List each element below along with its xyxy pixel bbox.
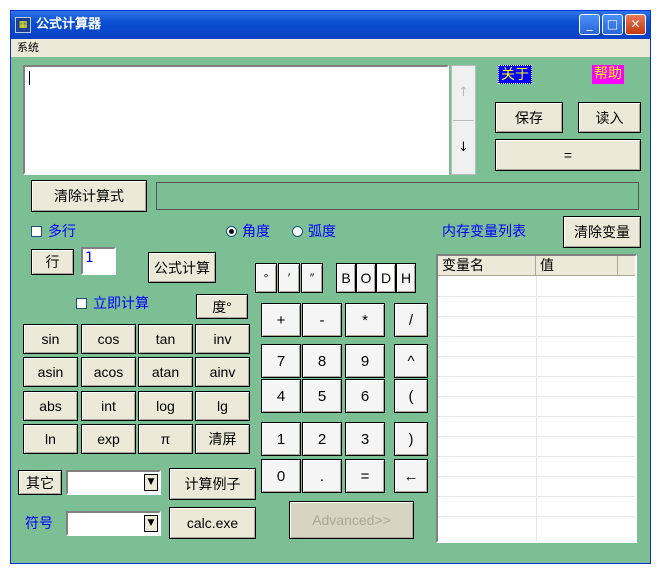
keypad-button[interactable]: 3 [345,422,385,456]
keypad-button[interactable]: ( [394,379,428,413]
equals-button[interactable]: = [495,139,641,171]
function-button[interactable]: tan [138,324,193,354]
text-cursor [29,71,30,85]
dropdown-arrow-icon[interactable]: ▼ [144,515,158,532]
keypad-button[interactable]: 6 [345,379,385,413]
scroll-up-button[interactable]: ↑ [453,67,474,119]
function-button[interactable]: lg [195,391,250,421]
function-button[interactable]: int [81,391,136,421]
calc-exe-button[interactable]: calc.exe [169,507,256,539]
function-button[interactable]: inv [195,324,250,354]
radian-label: 弧度 [308,224,336,240]
other-button[interactable]: 其它 [18,470,62,495]
keypad-button[interactable]: ← [394,459,428,493]
keypad-button[interactable]: 8 [302,344,342,378]
minimize-button[interactable]: _ [579,14,600,35]
function-button[interactable]: exp [81,424,136,454]
keypad-button[interactable]: 1 [261,422,301,456]
keypad-button[interactable]: 4 [261,379,301,413]
help-link[interactable]: 帮助 [592,65,624,84]
clear-formula-button[interactable]: 清除计算式 [31,180,147,212]
close-button[interactable]: ✕ [625,14,646,35]
formula-input[interactable] [23,65,449,175]
scroll-down-button[interactable]: ↓ [453,120,474,173]
second-symbol-button[interactable]: ″ [301,263,323,293]
function-button[interactable]: acos [81,357,136,387]
keypad-button[interactable]: * [345,303,385,337]
function-button[interactable]: log [138,391,193,421]
save-button[interactable]: 保存 [495,102,563,133]
column-header-filler [618,256,635,276]
calculator-window: ▦ 公式计算器 _ □ ✕ 系统 ↑ ↓ 关于 帮助 保存 读入 = 清除计算式… [10,10,651,564]
function-button[interactable]: π [138,424,193,454]
degree-symbol-button[interactable]: ° [255,263,277,293]
formula-scrollbar[interactable]: ↑ ↓ [451,65,476,175]
keypad-button[interactable]: - [302,303,342,337]
window-title: 公式计算器 [36,17,102,32]
row-count-input[interactable]: 1 [81,247,116,275]
instant-calc-checkbox[interactable] [76,298,87,309]
symbol-label: 符号 [25,516,53,532]
about-link[interactable]: 关于 [498,65,532,84]
degree-label: 角度 [242,224,270,240]
clear-variables-button[interactable]: 清除变量 [563,216,641,248]
column-header-variable-name[interactable]: 变量名 [438,256,536,276]
degree-radio[interactable] [226,226,237,237]
keypad-button[interactable]: ^ [394,344,428,378]
function-button[interactable]: ln [23,424,78,454]
keypad-button[interactable]: . [302,459,342,493]
instant-calc-label: 立即计算 [93,296,149,312]
function-button[interactable]: sin [23,324,78,354]
function-button[interactable]: cos [81,324,136,354]
function-button[interactable]: atan [138,357,193,387]
app-icon: ▦ [15,17,31,33]
keypad-button[interactable]: 9 [345,344,385,378]
minute-symbol-button[interactable]: ′ [278,263,300,293]
decimal-base-button[interactable]: D [376,263,396,293]
column-header-value[interactable]: 值 [536,256,618,276]
symbol-combobox[interactable]: ▼ [66,511,161,536]
function-button[interactable]: asin [23,357,78,387]
function-button[interactable]: ainv [195,357,250,387]
maximize-button[interactable]: □ [602,14,623,35]
keypad-button[interactable]: / [394,303,428,337]
function-button[interactable]: abs [23,391,78,421]
radian-radio[interactable] [292,226,303,237]
table-column-line [536,276,537,541]
keypad-button[interactable]: 7 [261,344,301,378]
keypad-button[interactable]: = [345,459,385,493]
row-button[interactable]: 行 [31,249,74,275]
keypad-button[interactable]: 0 [261,459,301,493]
keypad-button[interactable]: 2 [302,422,342,456]
formula-calc-button[interactable]: 公式计算 [148,252,216,283]
result-display [156,182,639,210]
multiline-checkbox[interactable] [31,226,42,237]
function-button[interactable]: 清屏 [195,424,250,454]
variables-table[interactable]: 变量名 值 [436,254,637,543]
other-combobox[interactable]: ▼ [66,470,161,495]
keypad-button[interactable]: + [261,303,301,337]
multiline-label: 多行 [48,224,76,240]
examples-button[interactable]: 计算例子 [169,468,256,500]
keypad-button[interactable]: ) [394,422,428,456]
degree-symbol-button[interactable]: 度° [196,294,248,319]
load-button[interactable]: 读入 [578,102,641,133]
menu-system[interactable]: 系统 [17,40,39,56]
binary-base-button[interactable]: B [336,263,356,293]
keypad-button[interactable]: 5 [302,379,342,413]
advanced-button[interactable]: Advanced>> [289,501,414,539]
hex-base-button[interactable]: H [396,263,416,293]
table-body [438,276,635,541]
variable-list-label: 内存变量列表 [442,224,526,240]
dropdown-arrow-icon[interactable]: ▼ [144,474,158,491]
menu-bar: 系统 [11,39,650,57]
octal-base-button[interactable]: O [356,263,376,293]
title-bar: ▦ 公式计算器 _ □ ✕ [11,11,650,39]
